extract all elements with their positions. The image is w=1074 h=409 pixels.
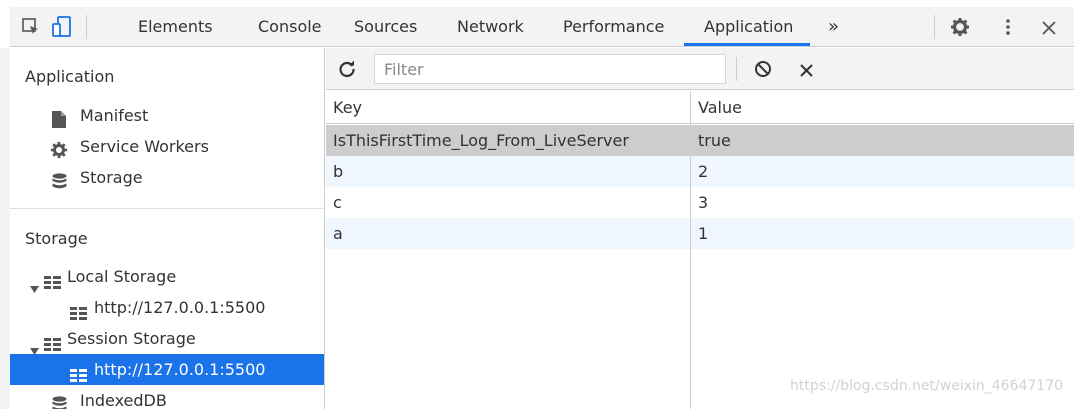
- delete-selected-icon[interactable]: [800, 62, 813, 81]
- sidebar-divider: [10, 208, 324, 209]
- sidebar-item-service-workers[interactable]: Service Workers: [10, 131, 324, 162]
- active-tab-indicator: [684, 43, 810, 46]
- toolbar-divider: [86, 15, 87, 39]
- sidebar-item-label: Service Workers: [80, 137, 209, 156]
- sidebar-item-local-storage[interactable]: Local Storage: [10, 261, 324, 293]
- section-header-storage: Storage: [25, 229, 88, 248]
- tab-console[interactable]: Console: [258, 7, 322, 47]
- tab-performance[interactable]: Performance: [563, 7, 664, 47]
- devtools-tab-bar: Elements Console Sources Network Perform…: [10, 7, 1074, 47]
- sidebar-item-manifest[interactable]: Manifest: [10, 100, 324, 131]
- sidebar-item-label: Manifest: [80, 106, 149, 125]
- cell-value[interactable]: 1: [698, 218, 708, 249]
- sidebar-item-label: IndexedDB: [80, 391, 167, 409]
- sidebar-item-label: http://127.0.0.1:5500: [94, 360, 266, 379]
- cell-key[interactable]: a: [333, 218, 343, 249]
- cell-value[interactable]: true: [698, 125, 731, 156]
- sidebar-item-session-storage-origin[interactable]: http://127.0.0.1:5500: [10, 354, 324, 385]
- tab-network[interactable]: Network: [457, 7, 524, 47]
- toolbar-divider: [934, 15, 935, 39]
- tab-elements[interactable]: Elements: [138, 7, 213, 47]
- table-header: Key Value: [326, 91, 1074, 124]
- more-tabs-button[interactable]: »: [828, 7, 839, 47]
- storage-toolbar: [326, 48, 1074, 90]
- refresh-icon[interactable]: [338, 60, 356, 82]
- tab-sources[interactable]: Sources: [354, 7, 417, 47]
- sidebar-item-label: Storage: [80, 168, 143, 187]
- sidebar-item-storage[interactable]: Storage: [10, 162, 324, 193]
- watermark-text: https://blog.csdn.net/weixin_46647170: [790, 378, 1064, 394]
- toolbar-divider: [736, 57, 737, 81]
- table-row[interactable]: c 3: [326, 187, 1074, 218]
- more-options-icon[interactable]: [1005, 18, 1011, 40]
- cell-value[interactable]: 3: [698, 187, 708, 218]
- sidebar-item-label: http://127.0.0.1:5500: [94, 298, 266, 317]
- section-header-application: Application: [25, 67, 115, 86]
- session-storage-table: Key Value IsThisFirstTime_Log_From_LiveS…: [326, 91, 1074, 409]
- settings-gear-icon[interactable]: [950, 17, 970, 41]
- close-devtools-icon[interactable]: [1042, 20, 1056, 39]
- sidebar-item-indexeddb[interactable]: IndexedDB: [10, 385, 324, 409]
- application-sidebar: Application Manifest Service Workers Sto…: [10, 48, 325, 409]
- cell-value[interactable]: 2: [698, 156, 708, 187]
- tab-application[interactable]: Application: [704, 7, 793, 47]
- table-row[interactable]: b 2: [326, 156, 1074, 187]
- filter-input[interactable]: [374, 54, 726, 84]
- sidebar-item-local-storage-origin[interactable]: http://127.0.0.1:5500: [10, 292, 324, 323]
- device-toolbar-icon[interactable]: [52, 16, 72, 42]
- cell-key[interactable]: b: [333, 156, 343, 187]
- database-icon: [52, 169, 67, 200]
- column-divider[interactable]: [690, 91, 691, 409]
- clear-all-icon[interactable]: [754, 60, 772, 82]
- cell-key[interactable]: c: [333, 187, 342, 218]
- sidebar-gutter: [0, 48, 10, 409]
- column-header-key[interactable]: Key: [333, 92, 362, 123]
- database-icon: [52, 392, 67, 409]
- inspect-element-icon[interactable]: [22, 18, 40, 40]
- table-row[interactable]: a 1: [326, 218, 1074, 249]
- table-row[interactable]: IsThisFirstTime_Log_From_LiveServer true: [326, 125, 1074, 156]
- sidebar-item-label: Local Storage: [67, 267, 177, 286]
- cell-key[interactable]: IsThisFirstTime_Log_From_LiveServer: [333, 125, 629, 156]
- sidebar-item-session-storage[interactable]: Session Storage: [10, 323, 324, 355]
- sidebar-item-label: Session Storage: [67, 329, 196, 348]
- column-header-value[interactable]: Value: [698, 92, 742, 123]
